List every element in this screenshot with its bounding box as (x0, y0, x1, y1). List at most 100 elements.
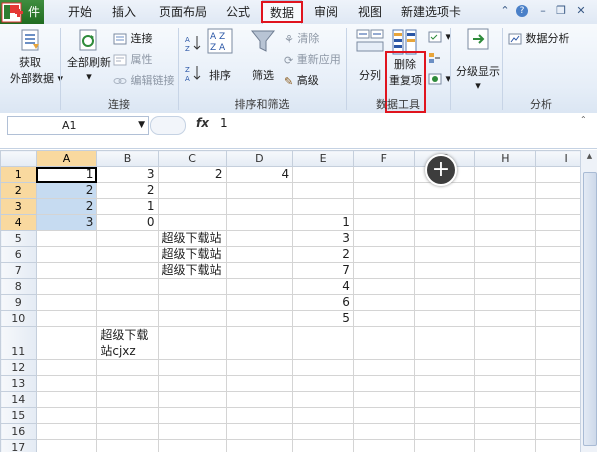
cell-h9[interactable] (474, 294, 537, 311)
cell-c11[interactable] (157, 326, 227, 360)
cell-b11[interactable]: 超级下载 站cjxz (96, 326, 159, 360)
cell-f5[interactable] (352, 230, 415, 247)
worksheet-grid[interactable]: ABCDEFGHI1132422232143015超级下载站36超级下载站27超… (0, 150, 597, 452)
cell-h2[interactable] (474, 182, 537, 199)
cell-c17[interactable] (157, 439, 227, 452)
row-header[interactable]: 5 (0, 230, 37, 247)
cell-f8[interactable] (352, 278, 415, 295)
cell-a2[interactable]: 2 (35, 182, 98, 199)
row-header[interactable]: 13 (0, 375, 37, 392)
cell-g6[interactable] (413, 246, 476, 263)
cell-a14[interactable] (35, 391, 98, 408)
cell-e17[interactable] (292, 439, 354, 452)
cell-d8[interactable] (225, 278, 294, 295)
cell-f6[interactable] (352, 246, 415, 263)
cell-b13[interactable] (96, 375, 159, 392)
row-header[interactable]: 14 (0, 391, 37, 408)
row-header[interactable]: 7 (0, 262, 37, 279)
cell-c10[interactable] (157, 310, 227, 327)
cell-a8[interactable] (35, 278, 98, 295)
cell-f16[interactable] (352, 423, 415, 440)
sort-desc-button[interactable]: ZA (184, 64, 202, 82)
cell-e1[interactable] (292, 166, 354, 183)
sort-asc-button[interactable]: AZ (184, 34, 202, 52)
tab-insert[interactable]: 插入 (106, 0, 142, 24)
cell-f3[interactable] (352, 198, 415, 215)
cell-e13[interactable] (292, 375, 354, 392)
cell-h5[interactable] (474, 230, 537, 247)
cell-c8[interactable] (157, 278, 227, 295)
cell-h7[interactable] (474, 262, 537, 279)
cell-c7[interactable]: 超级下载站 (157, 262, 227, 279)
column-header-h[interactable]: H (474, 150, 537, 167)
cell-a5[interactable] (35, 230, 98, 247)
cell-b4[interactable]: 0 (96, 214, 159, 231)
sort-button[interactable]: A ZZ A 排序 (205, 28, 235, 83)
cell-e15[interactable] (292, 407, 354, 424)
cell-d9[interactable] (225, 294, 294, 311)
cell-a6[interactable] (35, 246, 98, 263)
cell-f15[interactable] (352, 407, 415, 424)
column-header-e[interactable]: E (292, 150, 354, 167)
cell-f9[interactable] (352, 294, 415, 311)
properties-button[interactable]: 属性 (113, 51, 153, 67)
cell-g8[interactable] (413, 278, 476, 295)
tab-view[interactable]: 视图 (352, 0, 388, 24)
cell-e7[interactable]: 7 (292, 262, 354, 279)
cell-b6[interactable] (96, 246, 159, 263)
worksheet-table[interactable]: ABCDEFGHI1132422232143015超级下载站36超级下载站27超… (0, 150, 597, 452)
cell-a17[interactable] (35, 439, 98, 452)
tab-formulas[interactable]: 公式 (220, 0, 256, 24)
cell-f17[interactable] (352, 439, 415, 452)
expand-formula-icon[interactable]: ⌃ (580, 115, 594, 133)
cell-h17[interactable] (474, 439, 537, 452)
cell-g4[interactable] (413, 214, 476, 231)
cell-c5[interactable]: 超级下载站 (157, 230, 227, 247)
cell-a12[interactable] (35, 359, 98, 376)
name-box-dropdown-icon[interactable]: ▼ (138, 117, 145, 134)
cell-d6[interactable] (225, 246, 294, 263)
data-validation-button[interactable]: ▾ (428, 30, 451, 43)
row-header[interactable]: 3 (0, 198, 37, 215)
cell-f1[interactable] (352, 166, 415, 183)
row-header[interactable]: 16 (0, 423, 37, 440)
cell-c4[interactable] (157, 214, 227, 231)
cell-d7[interactable] (225, 262, 294, 279)
cell-h1[interactable] (474, 166, 537, 183)
cell-c2[interactable] (157, 182, 227, 199)
cell-c16[interactable] (157, 423, 227, 440)
edit-links-button[interactable]: 编辑链接 (113, 72, 175, 88)
advanced-filter-button[interactable]: ✎ 高级 (284, 72, 319, 88)
cell-d17[interactable] (225, 439, 294, 452)
chevron-up-icon[interactable]: ⌃ (498, 4, 512, 18)
cell-f11[interactable] (352, 326, 415, 360)
cell-b16[interactable] (96, 423, 159, 440)
cell-f2[interactable] (352, 182, 415, 199)
scroll-up-icon[interactable]: ▲ (583, 152, 596, 162)
row-header[interactable]: 8 (0, 278, 37, 295)
restore-icon[interactable]: ❐ (554, 4, 568, 18)
cell-h8[interactable] (474, 278, 537, 295)
outline-button[interactable]: 分级显示 ▾ (456, 28, 500, 92)
column-header-c[interactable]: C (157, 150, 227, 167)
cell-b15[interactable] (96, 407, 159, 424)
refresh-all-button[interactable]: 全部刷新 ▾ (66, 28, 112, 83)
cell-g7[interactable] (413, 262, 476, 279)
cell-g17[interactable] (413, 439, 476, 452)
cell-d4[interactable] (225, 214, 294, 231)
cell-e16[interactable] (292, 423, 354, 440)
data-analysis-button[interactable]: 数据分析 (508, 30, 570, 46)
cell-a4[interactable]: 3 (35, 214, 98, 231)
cell-h11[interactable] (474, 326, 537, 360)
row-header[interactable]: 12 (0, 359, 37, 376)
cell-h13[interactable] (474, 375, 537, 392)
tab-home[interactable]: 开始 (62, 0, 98, 24)
column-header-f[interactable]: F (352, 150, 415, 167)
cell-d15[interactable] (225, 407, 294, 424)
cell-g15[interactable] (413, 407, 476, 424)
cell-b8[interactable] (96, 278, 159, 295)
cell-d10[interactable] (225, 310, 294, 327)
cell-h3[interactable] (474, 198, 537, 215)
row-header[interactable]: 6 (0, 246, 37, 263)
cell-c9[interactable] (157, 294, 227, 311)
